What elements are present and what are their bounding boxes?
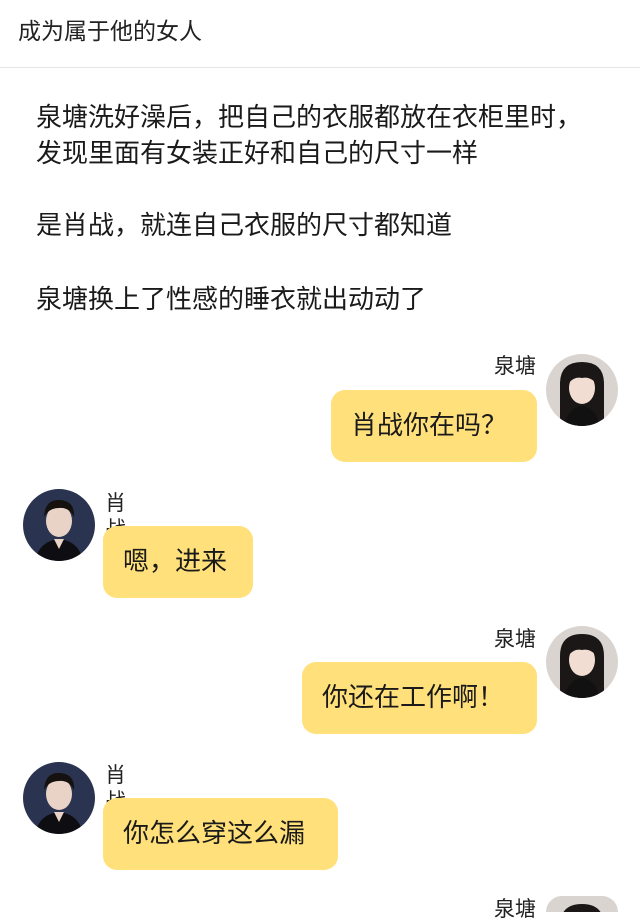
page-title: 成为属于他的女人 bbox=[18, 19, 202, 45]
message-bubble[interactable]: 嗯，进来 bbox=[103, 526, 253, 598]
sender-name: 泉塘 bbox=[494, 354, 536, 378]
sender-name: 泉塘 bbox=[494, 627, 536, 651]
message-bubble[interactable]: 肖战你在吗？ bbox=[331, 390, 537, 462]
female-avatar-icon bbox=[546, 626, 618, 698]
sender-name: 泉塘 bbox=[494, 897, 536, 921]
avatar-quantang[interactable] bbox=[546, 896, 618, 912]
title-bar: 成为属于他的女人 bbox=[0, 0, 640, 68]
male-avatar-icon bbox=[23, 762, 95, 834]
narration-paragraph-2: 是肖战，就连自己衣服的尺寸都知道 bbox=[36, 211, 453, 241]
male-avatar-icon bbox=[23, 489, 95, 561]
narration-paragraph-1: 泉塘洗好澡后，把自己的衣服都放在衣柜里时，发现里面有女装正好和自己的尺寸一样 bbox=[36, 103, 583, 169]
message-bubble[interactable]: 你怎么穿这么漏 bbox=[103, 798, 338, 870]
avatar-quantang[interactable] bbox=[546, 626, 618, 698]
female-avatar-icon bbox=[546, 354, 618, 426]
avatar-xiaozhan[interactable] bbox=[23, 762, 95, 834]
avatar-quantang[interactable] bbox=[546, 354, 618, 426]
avatar-xiaozhan[interactable] bbox=[23, 489, 95, 561]
narration-paragraph-3: 泉塘换上了性感的睡衣就出动动了 bbox=[36, 285, 427, 315]
message-bubble[interactable]: 你还在工作啊！ bbox=[302, 662, 537, 734]
female-avatar-icon bbox=[546, 896, 618, 912]
